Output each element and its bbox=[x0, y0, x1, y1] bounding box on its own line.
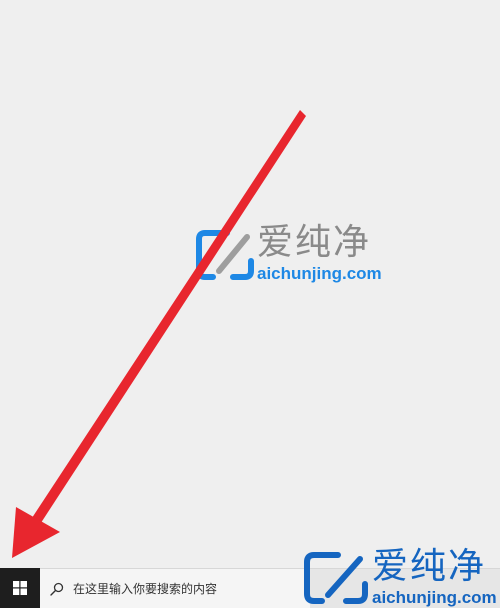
aichunjing-logo-icon bbox=[196, 229, 254, 280]
search-icon bbox=[50, 582, 64, 596]
search-box[interactable]: 在这里输入你要搜索的内容 bbox=[40, 569, 310, 608]
watermark-brand-url: aichunjing.com bbox=[372, 588, 497, 607]
watermark-brand-cn: 爱纯净 bbox=[257, 222, 372, 263]
watermark-brand-url: aichunjing.com bbox=[257, 264, 382, 283]
watermark-brand-cn: 爱纯净 bbox=[372, 546, 487, 587]
desktop-background bbox=[0, 0, 500, 568]
windows-logo-icon bbox=[13, 581, 27, 595]
start-button[interactable] bbox=[0, 568, 40, 608]
watermark-corner: 爱纯净 aichunjing.com bbox=[300, 548, 497, 608]
aichunjing-logo-icon bbox=[304, 552, 368, 604]
search-placeholder: 在这里输入你要搜索的内容 bbox=[73, 582, 218, 596]
watermark-center: 爱纯净 aichunjing.com bbox=[193, 225, 382, 284]
